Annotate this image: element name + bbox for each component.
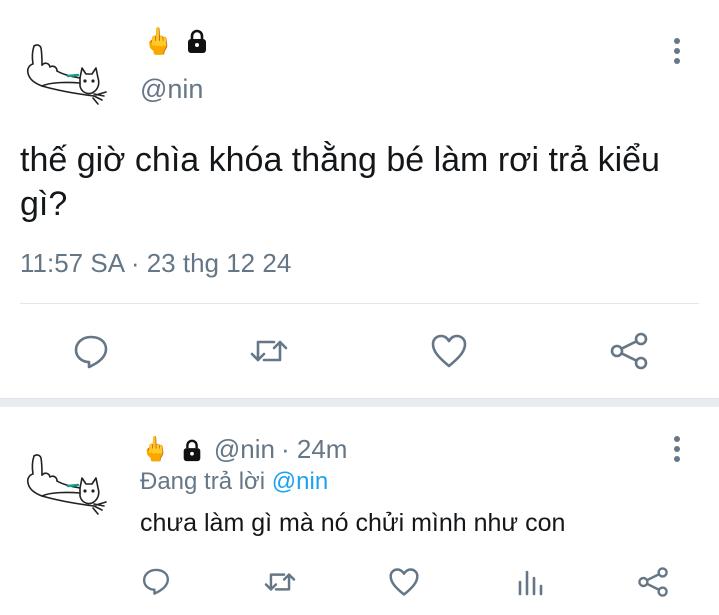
replying-prefix: Đang trả lời — [140, 468, 266, 495]
like-icon[interactable] — [388, 567, 420, 597]
tweet-text: thế giờ chìa khóa thằng bé làm rơi trả k… — [20, 141, 660, 223]
divider — [20, 303, 699, 304]
author-handle[interactable]: @nin — [214, 434, 275, 465]
like-icon[interactable] — [430, 333, 468, 369]
analytics-icon[interactable] — [516, 568, 546, 596]
retweet-icon[interactable] — [262, 568, 298, 596]
middle-finger-emoji: 🖕 — [140, 435, 170, 463]
reply-icon[interactable] — [72, 332, 110, 370]
tweet-timestamp[interactable]: 11:57 SA · 23 thg 12 24 — [20, 248, 291, 279]
lock-icon — [183, 439, 201, 461]
replying-to: Đang trả lời @nin — [140, 468, 328, 496]
author-badges: 🖕 — [142, 28, 210, 54]
reply-text: chưa làm gì mà nó chửi mình như con — [140, 509, 566, 537]
reply-tweet: 🖕 @nin · 24m Đang trả lời @nin chưa làm … — [0, 406, 719, 615]
author-handle[interactable]: @nin — [140, 74, 203, 105]
reply-time: · 24m — [280, 434, 348, 464]
replying-mention[interactable]: @nin — [272, 468, 328, 495]
share-icon[interactable] — [637, 566, 669, 598]
avatar[interactable] — [20, 448, 120, 518]
reply-icon[interactable] — [141, 566, 171, 596]
reply-header: 🖕 @nin · 24m — [140, 434, 347, 465]
retweet-icon[interactable] — [248, 334, 290, 368]
lock-icon — [188, 29, 207, 53]
more-options-icon[interactable] — [673, 436, 681, 466]
middle-finger-emoji: 🖕 — [142, 26, 175, 56]
share-icon[interactable] — [609, 331, 649, 371]
more-options-icon[interactable] — [673, 38, 681, 68]
main-tweet: 🖕 @nin thế giờ chìa khóa thằng bé làm rơ… — [0, 0, 719, 398]
avatar[interactable] — [20, 38, 120, 108]
